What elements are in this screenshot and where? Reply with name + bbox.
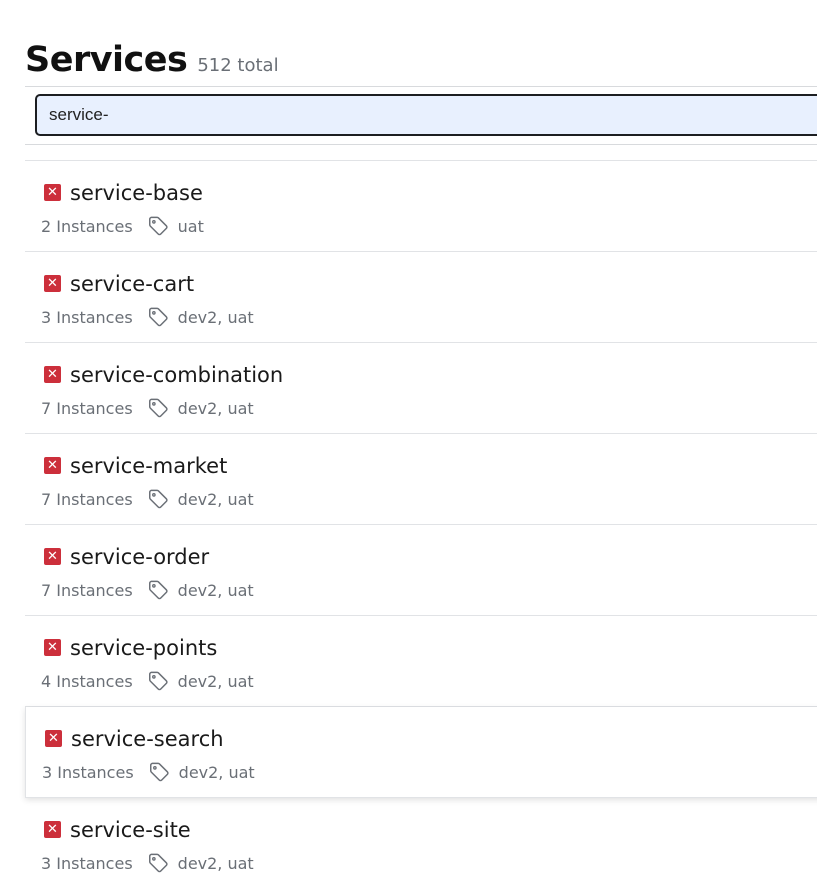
service-name[interactable]: service-search xyxy=(71,727,224,751)
page-title: Services xyxy=(25,40,188,80)
instance-count: 7 Instances xyxy=(41,398,133,418)
service-meta: 7 Instances dev2, uat xyxy=(41,397,254,419)
service-meta: 7 Instances dev2, uat xyxy=(41,488,254,510)
error-status-icon: ✕ xyxy=(44,548,61,565)
service-tags: dev2, uat xyxy=(178,762,255,782)
service-row[interactable]: ✕ service-search 3 Instances dev2, uat xyxy=(25,707,817,798)
error-status-icon: ✕ xyxy=(44,275,61,292)
search-input[interactable] xyxy=(35,94,817,136)
instance-count: 3 Instances xyxy=(42,762,134,782)
service-name[interactable]: service-order xyxy=(70,545,209,569)
service-row[interactable]: ✕ service-market 7 Instances dev2, uat xyxy=(25,434,817,525)
instance-count: 7 Instances xyxy=(41,489,133,509)
service-tags: dev2, uat xyxy=(177,853,254,873)
page-header: Services 512 total xyxy=(25,40,279,80)
service-row[interactable]: ✕ service-order 7 Instances dev2, uat xyxy=(25,525,817,616)
service-name[interactable]: service-combination xyxy=(70,363,283,387)
service-tags: dev2, uat xyxy=(177,398,254,418)
service-row[interactable]: ✕ service-site 3 Instances dev2, uat xyxy=(25,798,817,882)
service-name[interactable]: service-base xyxy=(70,181,203,205)
service-tags: dev2, uat xyxy=(177,489,254,509)
service-meta: 3 Instances dev2, uat xyxy=(42,761,255,783)
error-status-icon: ✕ xyxy=(44,639,61,656)
tag-icon xyxy=(148,671,168,691)
service-tags: dev2, uat xyxy=(177,580,254,600)
error-status-icon: ✕ xyxy=(44,821,61,838)
services-page: Services 512 total ✕ service-base 2 Inst… xyxy=(0,0,817,882)
instance-count: 3 Instances xyxy=(41,307,133,327)
service-meta: 3 Instances dev2, uat xyxy=(41,306,254,328)
tag-icon xyxy=(148,489,168,509)
error-status-icon: ✕ xyxy=(44,184,61,201)
search-bar xyxy=(25,86,817,145)
service-name[interactable]: service-points xyxy=(70,636,217,660)
tag-icon xyxy=(148,216,168,236)
service-tags: dev2, uat xyxy=(177,307,254,327)
tag-icon xyxy=(148,580,168,600)
tag-icon xyxy=(148,398,168,418)
service-row[interactable]: ✕ service-base 2 Instances uat xyxy=(25,161,817,252)
error-status-icon: ✕ xyxy=(44,457,61,474)
tag-icon xyxy=(149,762,169,782)
error-status-icon: ✕ xyxy=(44,366,61,383)
instance-count: 4 Instances xyxy=(41,671,133,691)
service-list: ✕ service-base 2 Instances uat ✕ service… xyxy=(25,160,817,882)
service-tags: uat xyxy=(177,216,204,236)
instance-count: 2 Instances xyxy=(41,216,133,236)
service-name[interactable]: service-site xyxy=(70,818,191,842)
service-row[interactable]: ✕ service-cart 3 Instances dev2, uat xyxy=(25,252,817,343)
instance-count: 3 Instances xyxy=(41,853,133,873)
error-status-icon: ✕ xyxy=(45,730,62,747)
service-name[interactable]: service-cart xyxy=(70,272,194,296)
service-row[interactable]: ✕ service-combination 7 Instances dev2, … xyxy=(25,343,817,434)
service-name[interactable]: service-market xyxy=(70,454,227,478)
total-count: 512 total xyxy=(197,55,279,76)
tag-icon xyxy=(148,307,168,327)
instance-count: 7 Instances xyxy=(41,580,133,600)
service-meta: 3 Instances dev2, uat xyxy=(41,852,254,874)
service-meta: 7 Instances dev2, uat xyxy=(41,579,254,601)
service-meta: 4 Instances dev2, uat xyxy=(41,670,254,692)
service-row[interactable]: ✕ service-points 4 Instances dev2, uat xyxy=(25,616,817,707)
service-meta: 2 Instances uat xyxy=(41,215,204,237)
service-tags: dev2, uat xyxy=(177,671,254,691)
tag-icon xyxy=(148,853,168,873)
